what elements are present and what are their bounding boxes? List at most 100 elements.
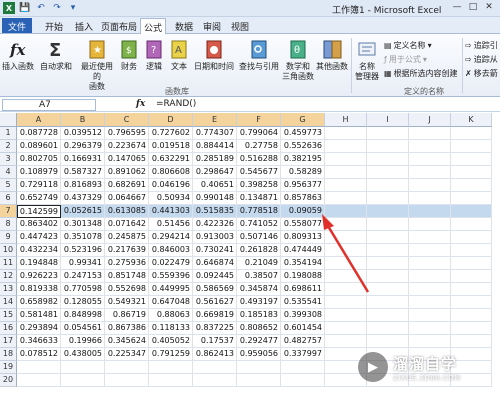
row-header[interactable]: 16 — [0, 322, 17, 335]
cell[interactable] — [325, 205, 367, 218]
redo-icon[interactable]: ↷ — [51, 2, 63, 14]
cell[interactable]: 0.647048 — [149, 296, 193, 309]
cell[interactable] — [325, 283, 367, 296]
cell[interactable]: 0.493197 — [237, 296, 281, 309]
cell[interactable]: 0.301348 — [61, 218, 105, 231]
row-header[interactable]: 8 — [0, 218, 17, 231]
cell[interactable]: 0.223674 — [105, 140, 149, 153]
cell[interactable]: 0.837225 — [193, 322, 237, 335]
trace-dependents-button[interactable]: ⇨ 追踪从 — [465, 54, 498, 65]
cell[interactable]: 0.802705 — [17, 153, 61, 166]
row-header[interactable]: 20 — [0, 374, 17, 387]
cell[interactable]: 0.586569 — [193, 283, 237, 296]
cell[interactable]: 0.806608 — [149, 166, 193, 179]
cell[interactable] — [409, 218, 451, 231]
text-button[interactable]: A 文本 — [168, 38, 190, 72]
define-name-button[interactable]: ▤ 定义名称 ▾ — [384, 40, 432, 51]
insert-function-icon[interactable]: fx — [136, 99, 145, 109]
cell[interactable]: 0.118133 — [149, 322, 193, 335]
autosum-button[interactable]: Σ 自动求和 — [38, 38, 74, 72]
cell[interactable] — [451, 270, 492, 283]
cell[interactable] — [325, 140, 367, 153]
cell[interactable]: 0.516288 — [237, 153, 281, 166]
cell[interactable]: 0.808652 — [237, 322, 281, 335]
row-header[interactable]: 10 — [0, 244, 17, 257]
cell[interactable] — [451, 153, 492, 166]
cell[interactable]: 0.40651 — [193, 179, 237, 192]
cell[interactable] — [451, 127, 492, 140]
row-header[interactable]: 14 — [0, 296, 17, 309]
cell[interactable]: 0.926223 — [17, 270, 61, 283]
cell[interactable] — [325, 309, 367, 322]
cell[interactable]: 0.587327 — [61, 166, 105, 179]
cell[interactable] — [325, 244, 367, 257]
close-icon[interactable]: ✕ — [482, 2, 496, 14]
column-header[interactable]: K — [451, 113, 492, 127]
column-header[interactable]: I — [367, 113, 409, 127]
cell[interactable]: 0.507146 — [237, 231, 281, 244]
create-from-selection-button[interactable]: ▦ 根据所选内容创建 — [384, 68, 458, 79]
cell[interactable]: 0.345624 — [105, 335, 149, 348]
cell[interactable] — [325, 218, 367, 231]
cell[interactable] — [409, 166, 451, 179]
cell[interactable]: 0.046196 — [149, 179, 193, 192]
cell[interactable]: 0.561627 — [193, 296, 237, 309]
name-box[interactable]: A7 — [2, 99, 96, 111]
cell[interactable]: 0.142599 — [17, 205, 61, 218]
cell[interactable] — [451, 283, 492, 296]
cell[interactable]: 0.275936 — [105, 257, 149, 270]
row-header[interactable]: 17 — [0, 335, 17, 348]
cell[interactable]: 0.078512 — [17, 348, 61, 361]
cell[interactable] — [105, 374, 149, 387]
cell[interactable]: 0.422326 — [193, 218, 237, 231]
financial-button[interactable]: $ 财务 — [118, 38, 140, 72]
cell[interactable]: 0.819338 — [17, 283, 61, 296]
cell[interactable] — [409, 179, 451, 192]
cell[interactable]: 0.128055 — [61, 296, 105, 309]
cell[interactable]: 0.558077 — [281, 218, 325, 231]
column-header[interactable]: G — [281, 113, 325, 127]
cell[interactable]: 0.682691 — [105, 179, 149, 192]
cell[interactable] — [367, 205, 409, 218]
cell[interactable]: 0.857863 — [281, 192, 325, 205]
row-header[interactable]: 9 — [0, 231, 17, 244]
cell[interactable] — [451, 322, 492, 335]
use-in-formula-button[interactable]: ƒ 用于公式 ▾ — [384, 54, 427, 65]
cell[interactable] — [409, 270, 451, 283]
cell[interactable]: 0.669819 — [193, 309, 237, 322]
cell[interactable]: 0.646874 — [193, 257, 237, 270]
cell[interactable] — [451, 309, 492, 322]
cell[interactable]: 0.729118 — [17, 179, 61, 192]
cell[interactable] — [149, 361, 193, 374]
cell[interactable]: 0.022479 — [149, 257, 193, 270]
cell[interactable] — [367, 218, 409, 231]
cell[interactable] — [409, 296, 451, 309]
row-header[interactable]: 12 — [0, 270, 17, 283]
cell[interactable]: 0.298647 — [193, 166, 237, 179]
cell[interactable] — [451, 205, 492, 218]
cell[interactable]: 0.292477 — [237, 335, 281, 348]
cell[interactable]: 0.851748 — [105, 270, 149, 283]
cell[interactable] — [17, 361, 61, 374]
column-header[interactable]: J — [409, 113, 451, 127]
row-header[interactable]: 15 — [0, 309, 17, 322]
row-header[interactable]: 11 — [0, 257, 17, 270]
row-header[interactable]: 5 — [0, 179, 17, 192]
cell[interactable]: 0.405052 — [149, 335, 193, 348]
column-header[interactable]: C — [105, 113, 149, 127]
remove-arrows-button[interactable]: ✗ 移去箭 — [465, 68, 498, 79]
cell[interactable]: 0.285189 — [193, 153, 237, 166]
column-header[interactable]: F — [237, 113, 281, 127]
cell[interactable] — [367, 140, 409, 153]
tab-formulas[interactable]: 公式 — [140, 18, 166, 34]
cell[interactable]: 0.58289 — [281, 166, 325, 179]
cell[interactable] — [325, 231, 367, 244]
cell[interactable] — [325, 257, 367, 270]
tab-view[interactable]: 视图 — [228, 18, 252, 33]
tab-home[interactable]: 开始 — [42, 18, 66, 33]
cell[interactable]: 0.658982 — [17, 296, 61, 309]
cell[interactable]: 0.27758 — [237, 140, 281, 153]
cell[interactable]: 0.087728 — [17, 127, 61, 140]
tab-review[interactable]: 审阅 — [200, 18, 224, 33]
cell[interactable] — [105, 361, 149, 374]
